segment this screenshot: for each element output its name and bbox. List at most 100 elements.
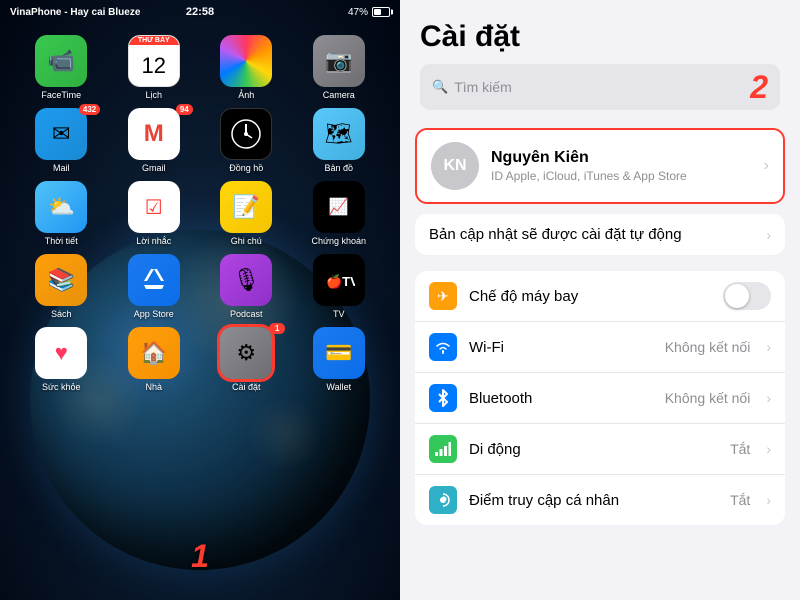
app-calendar[interactable]: Thứ Bảy 12 Lịch (119, 35, 189, 100)
mail-badge: 432 (79, 104, 100, 115)
battery-fill (374, 9, 381, 15)
profile-info: Nguyên Kiên ID Apple, iCloud, iTunes & A… (491, 149, 752, 183)
app-settings[interactable]: ⚙ 1 Cài đặt (211, 327, 281, 392)
update-label: Bản cập nhật sẽ được cài đặt tự động (429, 226, 766, 243)
profile-row[interactable]: KN Nguyên Kiên ID Apple, iCloud, iTunes … (417, 130, 783, 202)
app-mail[interactable]: ✉ 432 Mail (26, 108, 96, 173)
reminders-icon: ☑ (128, 181, 180, 233)
settings-row-cellular[interactable]: Di động Tắt › (415, 424, 785, 475)
app-photos[interactable]: Ảnh (211, 35, 281, 100)
settings-row-wifi[interactable]: Wi-Fi Không kết nối › (415, 322, 785, 373)
cellular-value: Tắt (730, 441, 750, 457)
cellular-label: Di động (469, 441, 718, 458)
update-row[interactable]: Bản cập nhật sẽ được cài đặt tự động › (415, 214, 785, 255)
settings-row-bluetooth[interactable]: Bluetooth Không kết nối › (415, 373, 785, 424)
avatar: KN (431, 142, 479, 190)
reminders-label: Lời nhắc (136, 236, 171, 246)
settings-title: Cài đặt (420, 20, 520, 54)
clock-label: Đồng hồ (229, 163, 263, 173)
svg-text:🍎TV: 🍎TV (326, 273, 355, 289)
hotspot-chevron: › (766, 492, 771, 508)
app-notes[interactable]: 📝 Ghi chú (211, 181, 281, 246)
airplane-label: Chế độ máy bay (469, 288, 711, 305)
notes-label: Ghi chú (231, 236, 262, 246)
search-icon: 🔍 (432, 79, 448, 95)
appstore-icon (128, 254, 180, 306)
home-icon: 🏠 (128, 327, 180, 379)
stocks-icon: 📈 (313, 181, 365, 233)
settings-row-hotspot[interactable]: Điểm truy cập cá nhân Tắt › (415, 475, 785, 525)
app-home[interactable]: 🏠 Nhà (119, 327, 189, 392)
search-bar[interactable]: 🔍 Tìm kiếm 2 (420, 64, 780, 110)
app-podcasts[interactable]: 🎙 Podcast (211, 254, 281, 319)
toggle-thumb (725, 284, 749, 308)
gmail-icon: M (128, 108, 180, 160)
app-wallet[interactable]: 💳 Wallet (304, 327, 374, 392)
app-stocks[interactable]: 📈 Chứng khoán (304, 181, 374, 246)
photos-label: Ảnh (238, 90, 254, 100)
app-row-3: ⛅ Thời tiết ☑ Lời nhắc 📝 Ghi chú 📈 Chứng… (15, 181, 385, 246)
maps-icon: 🗺 (313, 108, 365, 160)
app-maps[interactable]: 🗺 Bản đồ (304, 108, 374, 173)
app-row-4: 📚 Sách App Store 🎙 Podcast 🍎TV TV (15, 254, 385, 319)
gmail-badge: 94 (176, 104, 193, 115)
app-health[interactable]: ♥ Sức khỏe (26, 327, 96, 392)
clock-icon (220, 108, 272, 160)
photos-icon (220, 35, 272, 87)
update-section: Bản cập nhật sẽ được cài đặt tự động › (415, 214, 785, 255)
battery-percent: 47% (348, 7, 368, 18)
mail-icon: ✉ (35, 108, 87, 160)
wallet-label: Wallet (326, 382, 351, 392)
airplane-toggle[interactable] (723, 282, 771, 310)
app-camera[interactable]: 📷 Camera (304, 35, 374, 100)
facetime-label: FaceTime (41, 90, 81, 100)
step-2-label: 2 (750, 71, 768, 103)
cellular-chevron: › (766, 441, 771, 457)
mail-label: Mail (53, 163, 70, 173)
app-grid: 📹 FaceTime Thứ Bảy 12 Lịch Ảnh 📷 Camera (0, 30, 400, 405)
health-label: Sức khỏe (42, 382, 81, 392)
hotspot-value: Tắt (730, 492, 750, 508)
carrier-label: VinaPhone - Hay cai Blueze (10, 7, 140, 18)
airplane-icon: ✈ (429, 282, 457, 310)
app-tv[interactable]: 🍎TV TV (304, 254, 374, 319)
app-appstore[interactable]: App Store (119, 254, 189, 319)
profile-name: Nguyên Kiên (491, 149, 752, 167)
camera-label: Camera (323, 90, 355, 100)
facetime-icon: 📹 (35, 35, 87, 87)
calendar-icon: Thứ Bảy 12 (128, 35, 180, 87)
tv-label: TV (333, 309, 345, 319)
podcasts-icon: 🎙 (220, 254, 272, 306)
weather-label: Thời tiết (45, 236, 78, 246)
books-icon: 📚 (35, 254, 87, 306)
time-label: 22:58 (186, 6, 214, 18)
app-books[interactable]: 📚 Sách (26, 254, 96, 319)
update-chevron: › (766, 227, 771, 243)
settings-icon: ⚙ (220, 327, 272, 379)
calendar-day-number: 12 (129, 45, 179, 86)
app-clock[interactable]: Đồng hồ (211, 108, 281, 173)
wallet-icon: 💳 (313, 327, 365, 379)
profile-section[interactable]: KN Nguyên Kiên ID Apple, iCloud, iTunes … (415, 128, 785, 204)
wifi-chevron: › (766, 339, 771, 355)
bluetooth-chevron: › (766, 390, 771, 406)
gmail-label: Gmail (142, 163, 166, 173)
app-reminders[interactable]: ☑ Lời nhắc (119, 181, 189, 246)
settings-panel: Cài đặt 🔍 Tìm kiếm 2 KN Nguyên Kiên ID A… (400, 0, 800, 600)
wifi-label: Wi-Fi (469, 339, 653, 356)
main-settings-section: ✈ Chế độ máy bay Wi-Fi Không kết nối › B… (415, 271, 785, 525)
home-label: Nhà (145, 382, 162, 392)
battery-icon (372, 7, 390, 17)
settings-row-airplane[interactable]: ✈ Chế độ máy bay (415, 271, 785, 322)
app-facetime[interactable]: 📹 FaceTime (26, 35, 96, 100)
podcasts-label: Podcast (230, 309, 263, 319)
bluetooth-value: Không kết nối (665, 390, 751, 406)
bluetooth-label: Bluetooth (469, 390, 653, 407)
books-label: Sách (51, 309, 72, 319)
app-row-1: 📹 FaceTime Thứ Bảy 12 Lịch Ảnh 📷 Camera (15, 35, 385, 100)
app-gmail[interactable]: M 94 Gmail (119, 108, 189, 173)
app-weather[interactable]: ⛅ Thời tiết (26, 181, 96, 246)
app-row-2: ✉ 432 Mail M 94 Gmail Đồng hồ 🗺 Bản đồ (15, 108, 385, 173)
hotspot-label: Điểm truy cập cá nhân (469, 492, 718, 509)
phone-panel: VinaPhone - Hay cai Blueze 22:58 47% 📹 F… (0, 0, 400, 600)
